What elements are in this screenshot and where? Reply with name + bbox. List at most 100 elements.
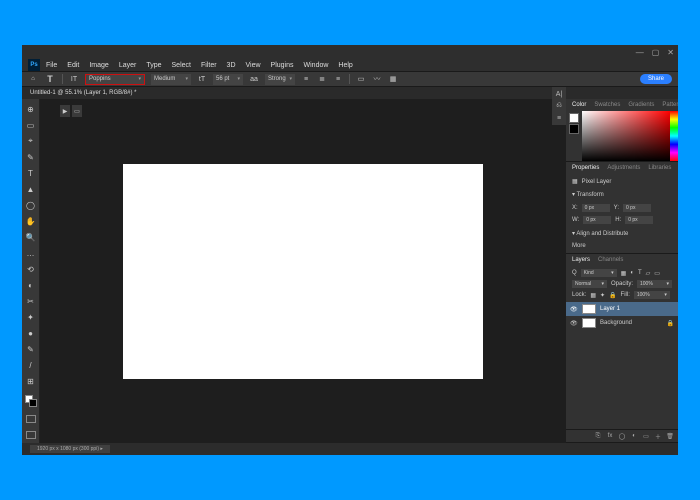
filter-smart-icon[interactable]: ▭: [654, 270, 660, 277]
link-layers-icon[interactable]: ⎘: [594, 432, 602, 440]
close-icon[interactable]: ✕: [667, 48, 674, 57]
tab-adjustments[interactable]: Adjustments: [607, 165, 640, 171]
filter-type-icon[interactable]: T: [638, 270, 642, 276]
menu-file[interactable]: File: [46, 62, 57, 69]
guide-marker-icon[interactable]: ▶: [60, 105, 70, 117]
warp-text-icon[interactable]: 〰: [372, 74, 382, 84]
bg-swatch[interactable]: [569, 124, 579, 134]
tab-libraries[interactable]: Libraries: [648, 165, 671, 171]
mask-icon[interactable]: ◯: [618, 432, 626, 440]
antialias-dropdown[interactable]: Strong ▾: [265, 74, 295, 85]
filter-adjust-icon[interactable]: ◐: [630, 270, 634, 276]
menu-image[interactable]: Image: [89, 62, 108, 69]
delete-icon[interactable]: 🗑: [666, 432, 674, 440]
saturation-picker[interactable]: [582, 111, 670, 161]
canvas-area[interactable]: ▶ ▭: [40, 99, 566, 443]
paragraph-panel-icon[interactable]: ⎌: [554, 101, 564, 111]
shape-tool-icon[interactable]: ⊞: [25, 375, 37, 387]
move-tool-icon[interactable]: ⊕: [25, 103, 37, 115]
menu-filter[interactable]: Filter: [201, 62, 217, 69]
menu-view[interactable]: View: [246, 62, 261, 69]
home-icon[interactable]: ⌂: [28, 74, 38, 84]
brush-tool-icon[interactable]: ⟲: [25, 263, 37, 275]
menu-3d[interactable]: 3D: [227, 62, 236, 69]
opacity-field[interactable]: 100%▾: [637, 280, 672, 288]
path-tool-icon[interactable]: /: [25, 359, 37, 371]
font-family-dropdown[interactable]: Poppins ▾: [85, 74, 145, 85]
new-layer-icon[interactable]: ＋: [654, 432, 662, 440]
filter-shape-icon[interactable]: ▱: [646, 270, 651, 277]
menu-type[interactable]: Type: [146, 62, 161, 69]
tab-patterns[interactable]: Patterns: [662, 102, 678, 108]
zoom-tool-icon[interactable]: 🔍: [25, 231, 37, 243]
group-icon[interactable]: ▭: [642, 432, 650, 440]
clone-tool-icon[interactable]: ◐: [25, 279, 37, 291]
fg-swatch[interactable]: [569, 113, 579, 123]
type-tool-icon[interactable]: T: [25, 167, 37, 179]
font-style-dropdown[interactable]: Medium ▾: [151, 74, 191, 85]
filter-pixel-icon[interactable]: ▦: [621, 270, 627, 277]
guide-marker-icon[interactable]: ▭: [72, 105, 82, 117]
pen-tool-icon[interactable]: ✎: [25, 343, 37, 355]
frame-tool-icon[interactable]: ▲: [25, 183, 37, 195]
dodge-tool-icon[interactable]: ●: [25, 327, 37, 339]
tab-color[interactable]: Color: [572, 102, 586, 108]
align-header[interactable]: ▾ Align and Distribute: [572, 230, 672, 237]
transform-header[interactable]: ▾ Transform: [572, 191, 672, 198]
layer-thumb[interactable]: [582, 304, 596, 314]
visibility-icon[interactable]: 👁: [570, 306, 578, 313]
eyedropper-tool-icon[interactable]: ◯: [25, 199, 37, 211]
tab-channels[interactable]: Channels: [598, 257, 623, 263]
align-left-icon[interactable]: ≡: [301, 74, 311, 84]
lock-position-icon[interactable]: ✦: [600, 292, 605, 299]
lasso-tool-icon[interactable]: ⌖: [25, 135, 37, 147]
minimize-icon[interactable]: —: [636, 48, 644, 57]
char-panel-icon[interactable]: ▦: [388, 74, 398, 84]
tab-layers[interactable]: Layers: [572, 257, 590, 263]
layer-row[interactable]: 👁 Layer 1: [566, 302, 678, 316]
fx-icon[interactable]: fx: [606, 432, 614, 440]
blend-mode-dropdown[interactable]: Normal▾: [572, 280, 607, 288]
tab-properties[interactable]: Properties: [572, 165, 599, 171]
screen-mode-icon[interactable]: [26, 431, 36, 439]
gradient-tool-icon[interactable]: ✦: [25, 311, 37, 323]
adjustment-icon[interactable]: ◐: [630, 432, 638, 440]
doc-info[interactable]: 1920 px x 1080 px (300 ppi) ▸: [30, 445, 110, 453]
lock-pixels-icon[interactable]: ▦: [590, 292, 596, 299]
layer-name[interactable]: Layer 1: [600, 306, 620, 312]
y-field[interactable]: 0 px: [623, 204, 651, 212]
menu-plugins[interactable]: Plugins: [271, 62, 294, 69]
edit-toolbar-icon[interactable]: …: [25, 247, 37, 259]
background-color[interactable]: [29, 399, 37, 407]
hue-slider[interactable]: [670, 111, 678, 161]
type-tool-icon[interactable]: T: [44, 73, 56, 85]
marquee-tool-icon[interactable]: ▭: [25, 119, 37, 131]
menu-window[interactable]: Window: [304, 62, 329, 69]
document-tab[interactable]: Untitled-1 @ 55.1% (Layer 1, RGB/8#) *: [22, 87, 678, 99]
share-button[interactable]: Share: [640, 74, 672, 84]
maximize-icon[interactable]: ▢: [652, 48, 660, 57]
hand-tool-icon[interactable]: ✋: [25, 215, 37, 227]
color-wells[interactable]: [25, 395, 37, 407]
canvas[interactable]: [123, 164, 483, 379]
font-size-dropdown[interactable]: 56 pt ▾: [213, 74, 243, 85]
w-field[interactable]: 0 px: [583, 216, 611, 224]
eraser-tool-icon[interactable]: ✂: [25, 295, 37, 307]
tab-swatches[interactable]: Swatches: [594, 102, 620, 108]
x-field[interactable]: 0 px: [582, 204, 610, 212]
layer-name[interactable]: Background: [600, 320, 632, 326]
menu-select[interactable]: Select: [172, 62, 191, 69]
orientation-icon[interactable]: IT: [69, 74, 79, 84]
align-right-icon[interactable]: ≡: [333, 74, 343, 84]
kind-dropdown[interactable]: Kind▾: [581, 269, 617, 277]
layer-row[interactable]: 👁 Background 🔒: [566, 316, 678, 330]
lock-all-icon[interactable]: 🔒: [609, 292, 616, 299]
panel-icon[interactable]: ≡: [554, 113, 564, 123]
layer-thumb[interactable]: [582, 318, 596, 328]
menu-help[interactable]: Help: [338, 62, 352, 69]
fill-field[interactable]: 100%▾: [634, 291, 670, 299]
text-color-icon[interactable]: ▭: [356, 74, 366, 84]
h-field[interactable]: 0 px: [625, 216, 653, 224]
align-center-icon[interactable]: ≣: [317, 74, 327, 84]
quick-mask-icon[interactable]: [26, 415, 36, 423]
